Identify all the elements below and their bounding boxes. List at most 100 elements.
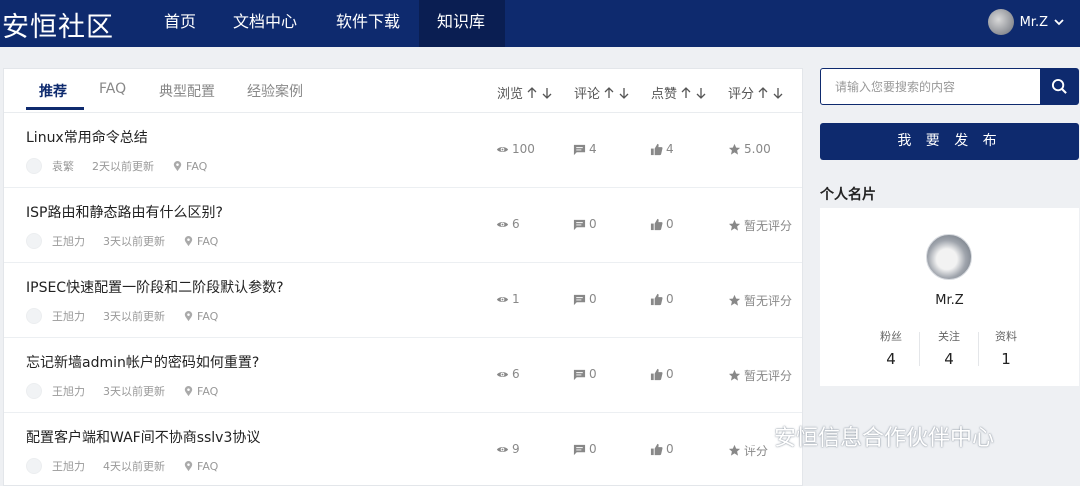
search-icon	[1051, 78, 1067, 94]
watermark-text: 安恒信息合作伙伴中心	[774, 426, 995, 451]
rating: 5.00	[728, 142, 771, 156]
profile-card-heading: 个人名片	[820, 187, 876, 203]
sort-comments[interactable]: 评论	[574, 83, 630, 102]
article-title[interactable]: 忘记新墙admin帐户的密码如何重置?	[26, 352, 259, 372]
article-tag[interactable]: FAQ	[197, 310, 218, 323]
like-count-value: 4	[666, 142, 674, 156]
resources-stat[interactable]: 资料 1	[977, 328, 1035, 368]
like-count[interactable]: 4	[650, 142, 674, 156]
article-author[interactable]: 王旭力	[52, 458, 85, 474]
tab-faq[interactable]: FAQ	[99, 81, 126, 97]
like-count[interactable]: 0	[650, 367, 674, 381]
article-tag[interactable]: FAQ	[197, 235, 218, 248]
profile-avatar[interactable]	[926, 234, 972, 280]
article-row[interactable]: 忘记新墙admin帐户的密码如何重置? 王旭力 3天以前更新 FAQ 6 0 0…	[4, 338, 802, 413]
site-logo[interactable]: 安恒社区	[2, 5, 114, 44]
tab-typical-config[interactable]: 典型配置	[159, 81, 215, 101]
article-meta: 王旭力 3天以前更新 FAQ	[26, 308, 218, 324]
sort-label: 浏览	[497, 87, 524, 102]
view-count-value: 1	[512, 292, 520, 306]
sort-rating[interactable]: 评分	[728, 83, 784, 102]
view-count: 1	[496, 292, 520, 306]
tab-recommended[interactable]: 推荐	[39, 81, 67, 101]
stat-value: 4	[944, 350, 954, 368]
view-count-value: 6	[512, 217, 520, 231]
publish-button[interactable]: 我 要 发 布	[820, 123, 1079, 160]
comment-icon	[573, 219, 586, 230]
rating-value: 暂无评分	[744, 219, 793, 233]
user-avatar	[987, 9, 1014, 35]
article-meta: 袁繁 2天以前更新 FAQ	[26, 158, 207, 174]
profile-name[interactable]: Mr.Z	[820, 293, 1079, 308]
article-row[interactable]: ISP路由和静态路由有什么区别? 王旭力 3天以前更新 FAQ 6 0 0 暂无…	[4, 188, 802, 263]
like-count-value: 0	[666, 367, 674, 381]
like-count[interactable]: 0	[650, 292, 674, 306]
article-row[interactable]: 配置客户端和WAF间不协商sslv3协议 王旭力 4天以前更新 FAQ 9 0 …	[4, 413, 802, 486]
view-count: 100	[496, 142, 535, 156]
article-row[interactable]: IPSEC快速配置一阶段和二阶段默认参数? 王旭力 3天以前更新 FAQ 1 0…	[4, 263, 802, 338]
like-count[interactable]: 0	[650, 217, 674, 231]
article-meta: 王旭力 4天以前更新 FAQ	[26, 458, 218, 474]
article-time: 3天以前更新	[103, 310, 165, 323]
nav-docs[interactable]: 文档中心	[233, 0, 297, 47]
comment-icon	[573, 444, 586, 455]
sort-up-icon	[604, 86, 614, 98]
star-icon	[728, 143, 741, 155]
thumbs-up-icon	[650, 293, 663, 305]
following-stat[interactable]: 关注 4	[920, 328, 978, 368]
sort-label: 评分	[728, 87, 755, 102]
user-menu[interactable]: Mr.Z	[987, 8, 1066, 36]
article-author[interactable]: 袁繁	[52, 158, 74, 174]
view-count: 9	[496, 442, 520, 456]
article-author[interactable]: 王旭力	[52, 308, 85, 324]
thumbs-up-icon	[650, 143, 663, 155]
search-button[interactable]	[1040, 69, 1078, 104]
article-row[interactable]: Linux常用命令总结 袁繁 2天以前更新 FAQ 100 4 4 5.00	[4, 113, 802, 188]
comment-count: 0	[573, 367, 597, 381]
category-tabs: 推荐 FAQ 典型配置 经验案例 浏览 评论 点赞 评分	[4, 69, 802, 113]
search-input[interactable]	[821, 69, 1040, 104]
article-title[interactable]: IPSEC快速配置一阶段和二阶段默认参数?	[26, 277, 284, 297]
like-count-value: 0	[666, 217, 674, 231]
sort-views[interactable]: 浏览	[497, 83, 553, 102]
followers-stat[interactable]: 粉丝 4	[862, 328, 920, 368]
article-author[interactable]: 王旭力	[52, 233, 85, 249]
article-time: 4天以前更新	[103, 460, 165, 473]
rating: 暂无评分	[728, 217, 792, 234]
eye-icon	[496, 221, 509, 227]
article-author[interactable]: 王旭力	[52, 383, 85, 399]
nav-downloads[interactable]: 软件下载	[336, 0, 400, 47]
article-title[interactable]: 配置客户端和WAF间不协商sslv3协议	[26, 427, 260, 447]
comment-icon	[573, 294, 586, 305]
sort-label: 评论	[574, 87, 601, 102]
comment-count-value: 0	[589, 217, 597, 231]
wechat-icon	[730, 423, 765, 448]
stat-value: 1	[1001, 350, 1011, 368]
like-count-value: 0	[666, 292, 674, 306]
sort-likes[interactable]: 点赞	[651, 83, 707, 102]
eye-icon	[496, 371, 509, 377]
article-tag[interactable]: FAQ	[197, 385, 218, 398]
article-time: 3天以前更新	[103, 235, 165, 248]
star-icon	[728, 369, 741, 381]
eye-icon	[496, 296, 509, 302]
like-count[interactable]: 0	[650, 442, 674, 456]
view-count: 6	[496, 217, 520, 231]
tab-case-studies[interactable]: 经验案例	[247, 81, 303, 101]
stat-value: 4	[886, 350, 896, 368]
comment-count: 0	[573, 292, 597, 306]
author-avatar	[26, 458, 42, 474]
location-pin-icon	[173, 160, 182, 171]
sort-down-icon	[773, 87, 783, 99]
article-tag[interactable]: FAQ	[197, 460, 218, 473]
sort-down-icon	[696, 87, 706, 99]
nav-home[interactable]: 首页	[164, 0, 196, 47]
article-title[interactable]: Linux常用命令总结	[26, 127, 148, 147]
nav-knowledge-base[interactable]: 知识库	[419, 0, 505, 47]
watermark: 安恒信息合作伙伴中心	[728, 420, 994, 452]
article-tag[interactable]: FAQ	[186, 160, 207, 173]
sort-down-icon	[542, 87, 552, 99]
article-title[interactable]: ISP路由和静态路由有什么区别?	[26, 202, 223, 222]
author-avatar	[26, 383, 42, 399]
stat-label: 粉丝	[880, 330, 902, 343]
